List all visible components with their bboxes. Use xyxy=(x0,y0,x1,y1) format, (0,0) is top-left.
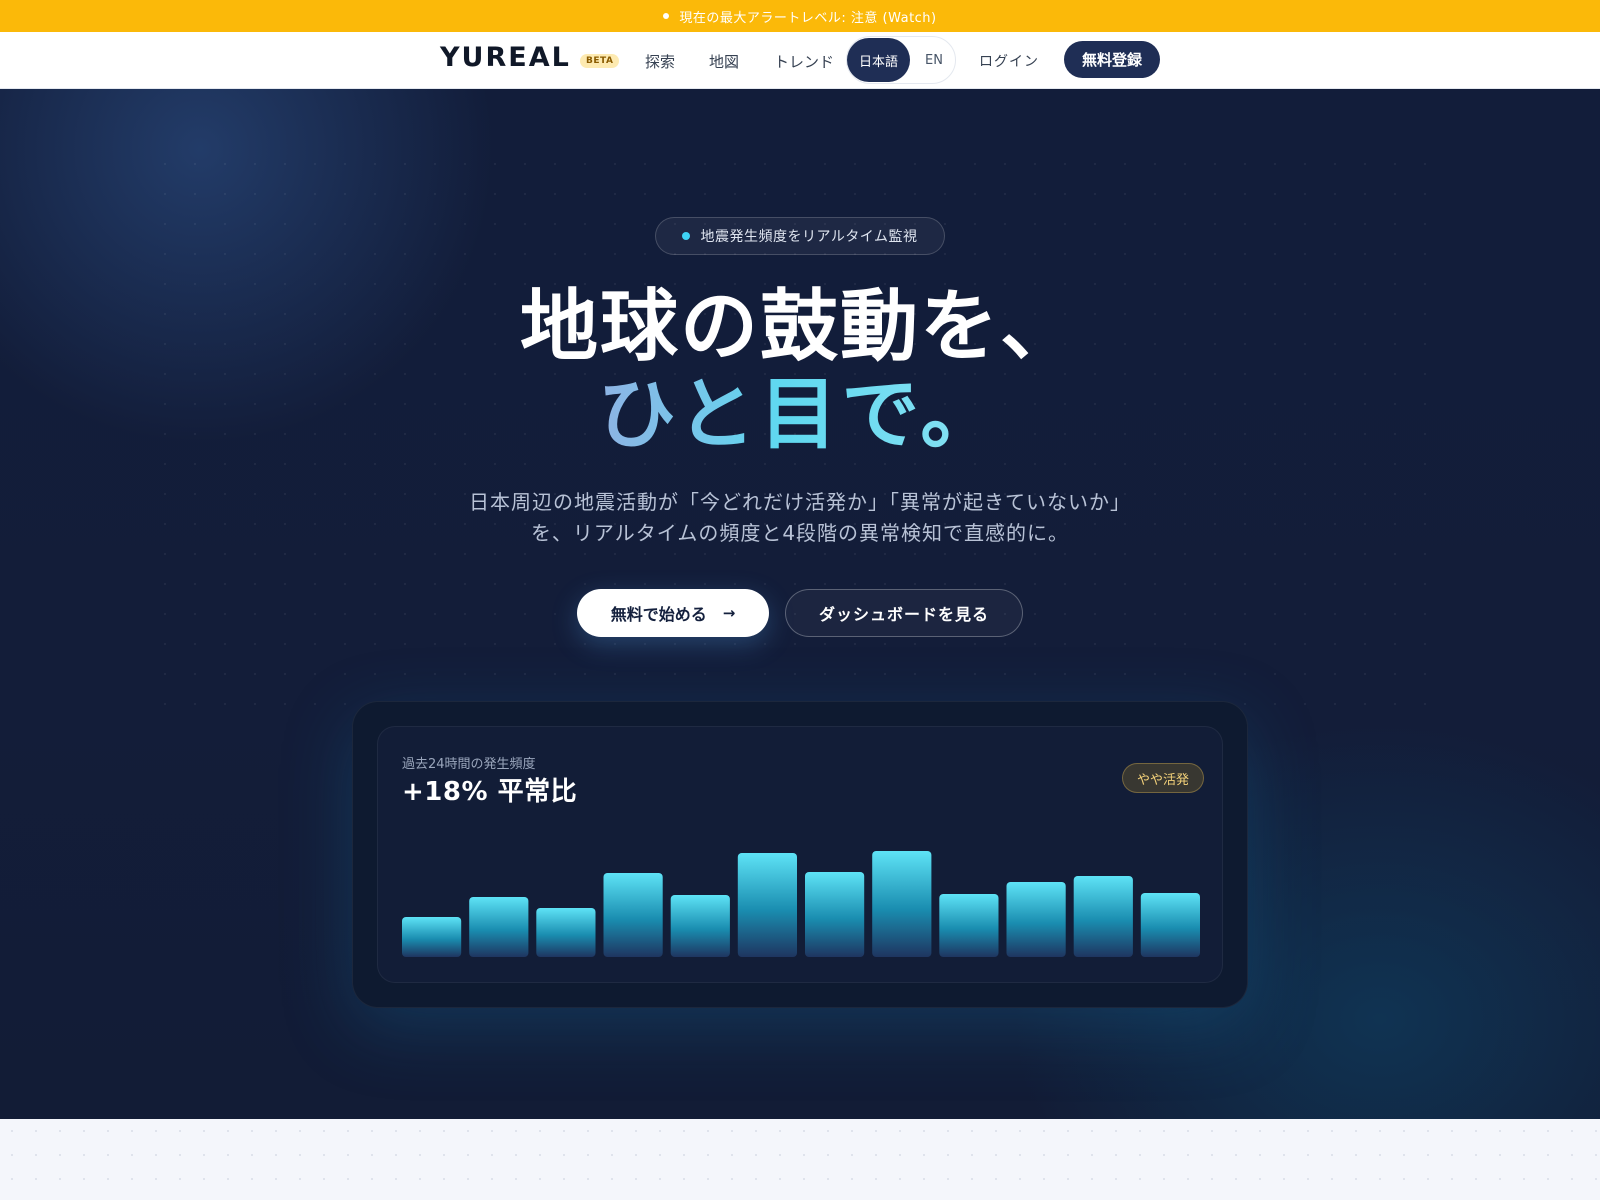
start-free-button[interactable]: 無料で始める → xyxy=(577,589,769,637)
chart-bar-8 xyxy=(872,851,932,957)
nav-map[interactable]: 地図 xyxy=(709,51,739,72)
activity-status-badge: やや活発 xyxy=(1122,763,1204,793)
chart-bar-5 xyxy=(670,895,730,957)
chart-bar-7 xyxy=(805,872,865,957)
hero-lead: 日本周辺の地震活動が「今どれだけ活発か」「異常が起きていないか」を、リアルタイム… xyxy=(469,490,1131,545)
live-dot-icon xyxy=(682,232,691,240)
chart-bar-6 xyxy=(737,853,797,957)
alert-banner: 現在の最大アラートレベル: 注意 (Watch) xyxy=(0,0,1600,32)
language-switch: 日本語 EN xyxy=(846,36,956,84)
headline-line1: 地球の鼓動を、 xyxy=(519,282,1080,372)
chart-bar-9 xyxy=(939,894,999,957)
feature-pill-text: 地震発生頻度をリアルタイム監視 xyxy=(700,229,918,245)
lower-section-background xyxy=(0,1119,1600,1200)
chart-bar-4 xyxy=(603,873,663,957)
feature-pill: 地震発生頻度をリアルタイム監視 xyxy=(655,217,945,255)
chart-bar-1 xyxy=(402,917,462,957)
logo[interactable]: YUREAL xyxy=(440,42,571,73)
nav-trends[interactable]: トレンド xyxy=(774,51,834,72)
frequency-card-inner: 過去24時間の発生頻度 +18% 平常比 やや活発 xyxy=(377,726,1223,983)
view-dashboard-button[interactable]: ダッシュボードを見る xyxy=(785,589,1023,637)
nav-explore[interactable]: 探索 xyxy=(645,51,675,72)
headline-line2: ひと目で。 xyxy=(0,369,1600,461)
alert-dot-icon xyxy=(663,13,670,19)
login-link[interactable]: ログイン xyxy=(979,51,1039,71)
site-header: YUREAL BETA 探索 地図 トレンド 日本語 EN ログイン 無料登録 xyxy=(0,32,1600,89)
chart-bar-2 xyxy=(469,897,529,957)
chart-bar-3 xyxy=(536,908,596,957)
lang-ja-button[interactable]: 日本語 xyxy=(847,38,910,82)
arrow-right-icon: → xyxy=(722,604,736,622)
start-free-label: 無料で始める xyxy=(610,605,707,624)
beta-badge: BETA xyxy=(580,54,620,68)
frequency-label: 過去24時間の発生頻度 xyxy=(402,757,536,772)
frequency-bar-chart xyxy=(402,851,1200,957)
headline-line2-text: ひと目で。 xyxy=(597,370,1003,460)
frequency-card: 過去24時間の発生頻度 +18% 平常比 やや活発 xyxy=(352,701,1248,1008)
alert-text: 現在の最大アラートレベル: 注意 (Watch) xyxy=(679,10,937,26)
hero-section: 地震発生頻度をリアルタイム監視 地球の鼓動を、 ひと目で。 日本周辺の地震活動が… xyxy=(0,89,1600,1119)
chart-bar-12 xyxy=(1140,893,1200,957)
frequency-value: +18% 平常比 xyxy=(402,777,578,807)
chart-bar-11 xyxy=(1073,876,1133,957)
chart-bar-10 xyxy=(1006,882,1066,957)
lang-en-button[interactable]: EN xyxy=(917,38,951,82)
signup-button[interactable]: 無料登録 xyxy=(1064,41,1160,78)
